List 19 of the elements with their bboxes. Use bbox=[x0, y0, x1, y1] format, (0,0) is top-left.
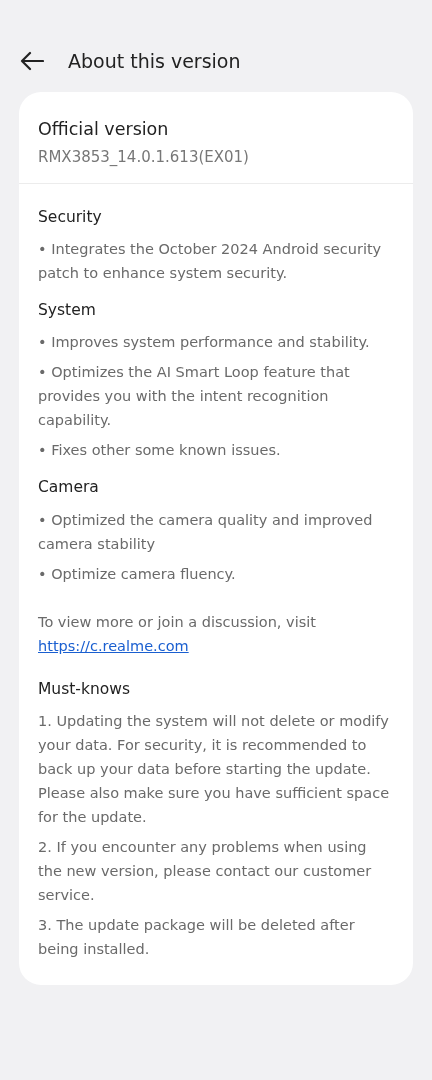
section-heading: System bbox=[38, 300, 97, 321]
discussion-text: To view more or join a discussion, visit https://c.realme.com bbox=[38, 612, 317, 656]
bullet-text: • Integrates the October 2024 Android security patch to enhance system security. bbox=[38, 240, 383, 283]
bullet-text: • Optimize camera fluency. bbox=[38, 564, 237, 584]
version-type: Official version bbox=[38, 118, 170, 141]
community-link[interactable]: https://c.realme.com bbox=[38, 637, 189, 654]
section-heading: Camera bbox=[38, 477, 100, 499]
bullet-text: • Optimizes the AI Smart Loop feature that provides you with the intent recognition capability. bbox=[38, 363, 351, 431]
back-arrow-icon[interactable] bbox=[20, 51, 44, 71]
numbered-text: 2. If you encounter any problems when using the new version, please contact our customer service. bbox=[38, 837, 373, 905]
numbered-text: 1. Updating the system will not delete or modify your data. For security, it is recommended to back up your data before starting the update. Please also make sure you have sufficient space for the update. bbox=[38, 711, 391, 827]
numbered-text: 3. The update package will be deleted after being installed. bbox=[38, 915, 356, 959]
bullet-text: • Optimized the camera quality and improved camera stability bbox=[38, 510, 374, 554]
section-heading: Security bbox=[38, 206, 103, 228]
section-heading: Must-knows bbox=[38, 678, 131, 700]
bullet-text: • Fixes other some known issues. bbox=[38, 441, 282, 461]
version-number: RMX3853_14.0.1.613(EX01) bbox=[38, 147, 250, 169]
page-title: About this version bbox=[68, 48, 241, 74]
bullet-text: • Improves system performance and stability. bbox=[38, 333, 371, 353]
